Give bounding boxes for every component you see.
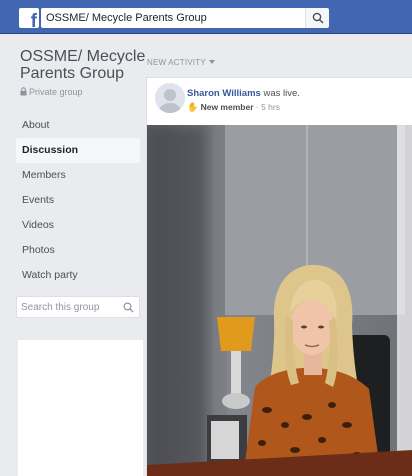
avatar[interactable]	[155, 83, 185, 113]
group-nav: About Discussion Members Events Videos P…	[16, 113, 140, 288]
nav-item-watch-party[interactable]: Watch party	[16, 263, 140, 288]
search-icon	[312, 12, 324, 24]
video-frame	[147, 125, 412, 476]
member-badge: New member	[200, 102, 254, 112]
nav-item-videos[interactable]: Videos	[16, 213, 140, 238]
post-action: was live.	[260, 88, 300, 99]
sidebar-card	[18, 340, 143, 476]
post-author-link[interactable]: Sharon Williams	[187, 88, 261, 99]
wave-icon: ✋	[187, 102, 199, 112]
feed-post: Sharon Williams was live. ✋ New member ·…	[146, 77, 412, 476]
post-time[interactable]: · 5 hrs	[254, 102, 280, 112]
search-icon[interactable]	[123, 302, 134, 313]
global-search-input[interactable]: OSSME/ Mecycle Parents Group	[41, 8, 305, 28]
activity-sort-label: NEW ACTIVITY	[147, 58, 206, 67]
top-bar: f OSSME/ Mecycle Parents Group	[0, 0, 412, 34]
live-video[interactable]	[147, 125, 412, 476]
nav-item-discussion[interactable]: Discussion	[16, 138, 140, 163]
nav-item-members[interactable]: Members	[16, 163, 140, 188]
activity-sort-dropdown[interactable]: NEW ACTIVITY	[147, 58, 215, 67]
nav-item-events[interactable]: Events	[16, 188, 140, 213]
lock-icon	[20, 87, 27, 96]
nav-item-about[interactable]: About	[16, 113, 140, 138]
post-header: Sharon Williams was live.	[187, 88, 300, 99]
group-name[interactable]: OSSME/ Mecycle Parents Group	[20, 48, 146, 82]
group-search-input[interactable]	[17, 297, 117, 318]
left-sidebar: OSSME/ Mecycle Parents Group Private gro…	[0, 34, 146, 476]
facebook-logo-icon[interactable]: f	[19, 8, 39, 28]
group-search-box	[16, 296, 140, 318]
post-meta: ✋ New member · 5 hrs	[187, 102, 280, 113]
search-button[interactable]	[305, 8, 329, 28]
caret-down-icon	[208, 60, 215, 64]
nav-item-photos[interactable]: Photos	[16, 238, 140, 263]
default-avatar-icon	[155, 83, 185, 113]
group-privacy: Private group	[20, 87, 83, 97]
